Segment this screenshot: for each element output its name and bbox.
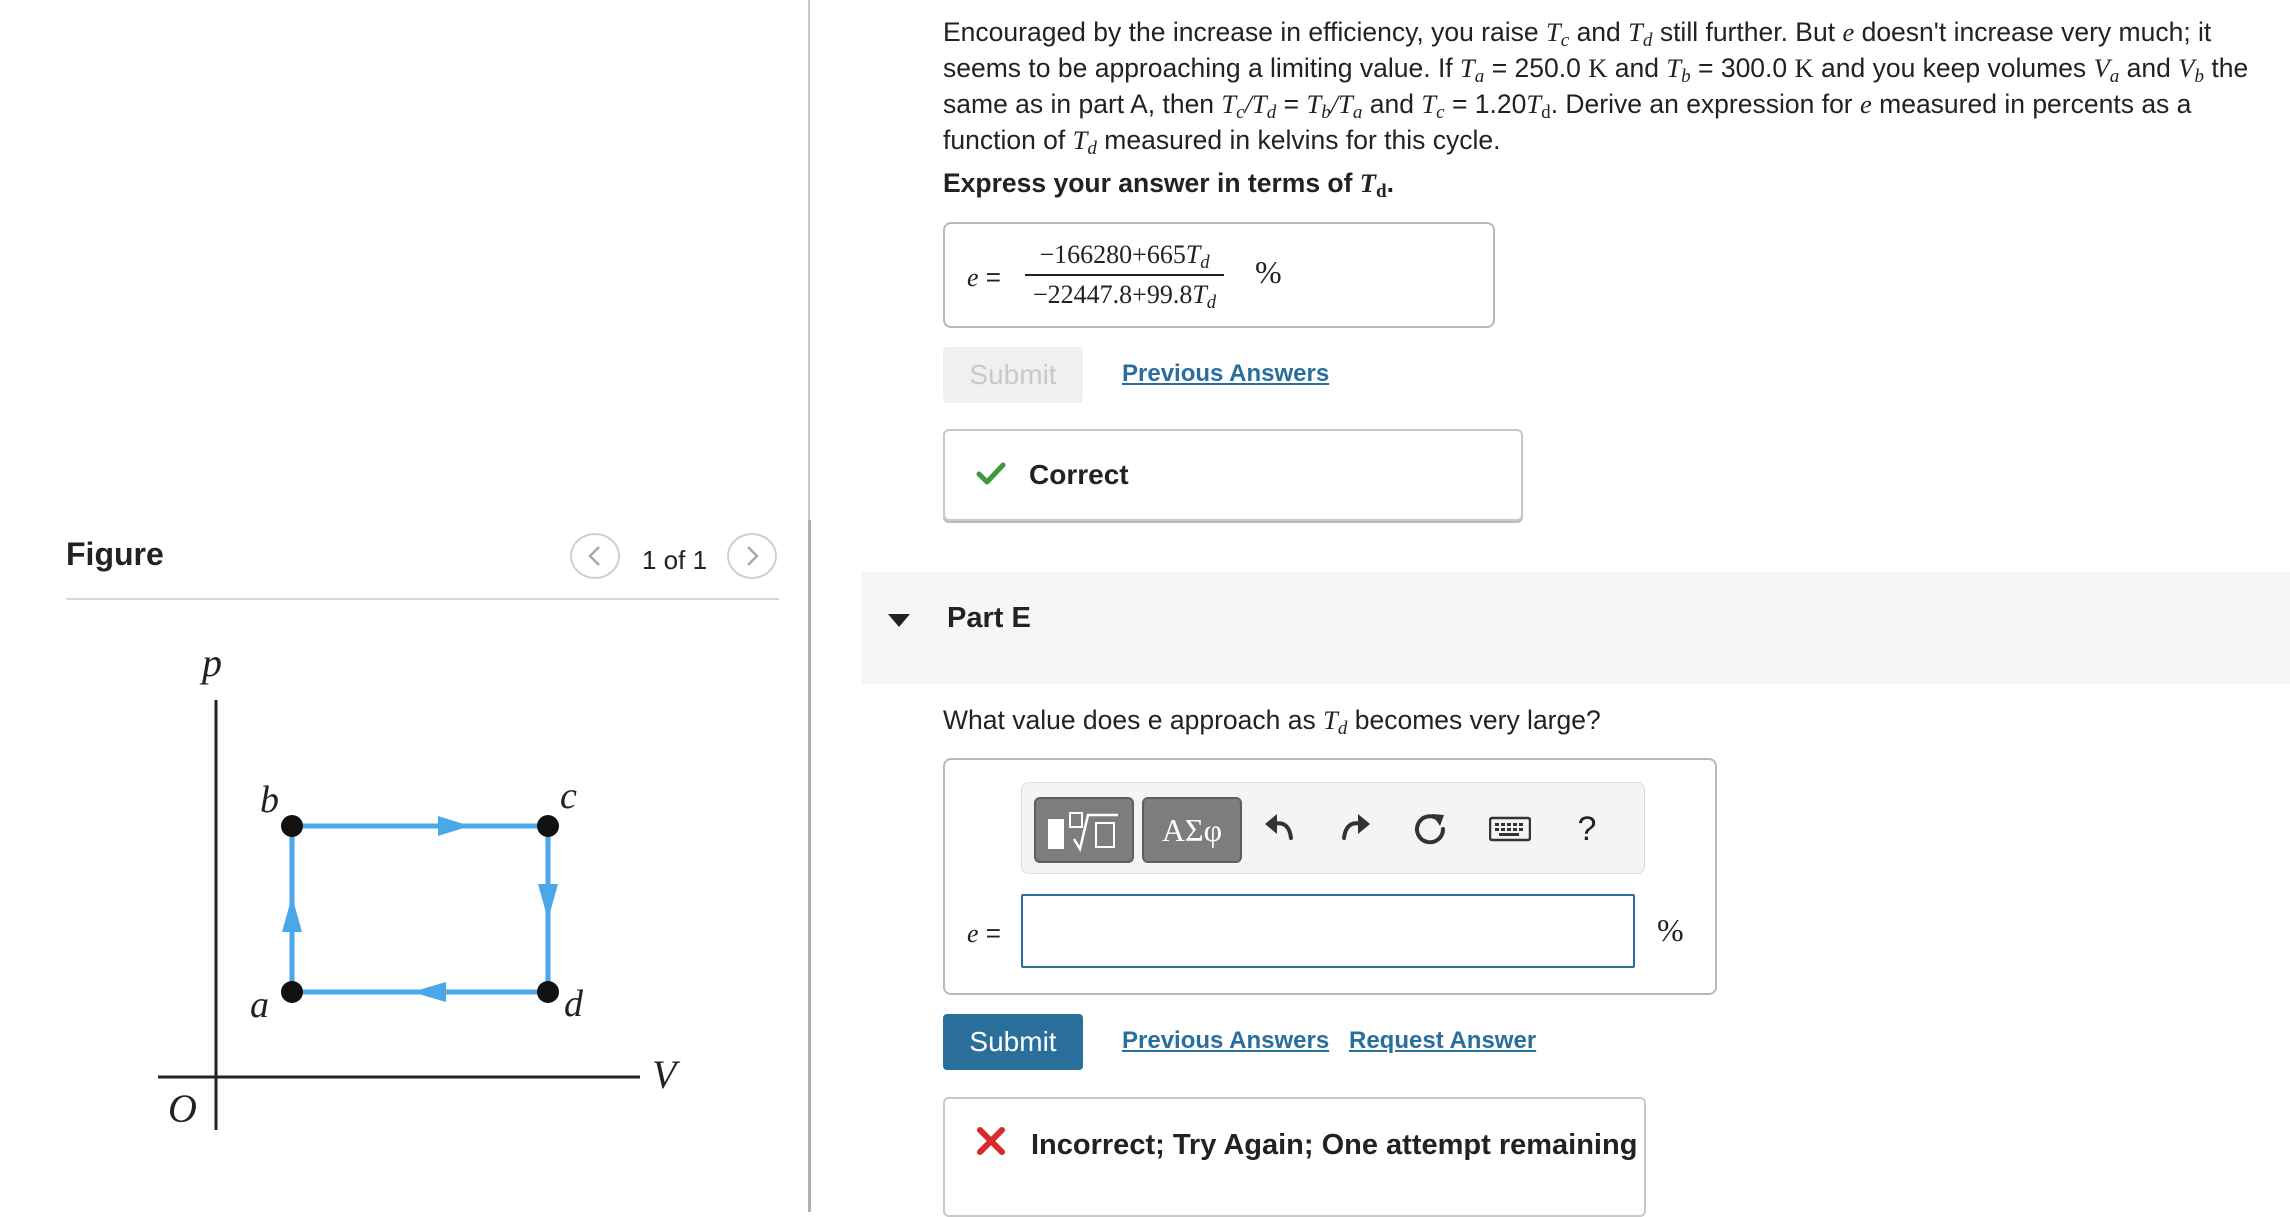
reset-button[interactable] <box>1410 809 1450 849</box>
symbols-button[interactable]: ΑΣφ <box>1142 797 1242 863</box>
figure-pager-text: 1 of 1 <box>642 545 708 575</box>
point-c-label: c <box>560 775 577 817</box>
point-a <box>281 981 303 1003</box>
cycle-path <box>289 823 551 995</box>
arrow-b-to-c <box>438 816 470 836</box>
point-a-label: a <box>250 984 269 1026</box>
origin-label: O <box>168 1086 197 1131</box>
answer-entry-box: ΑΣφ ? e = % <box>943 758 1717 995</box>
next-figure-button[interactable] <box>727 533 777 579</box>
part-e-question: What value does e approach as Td becomes… <box>943 705 1601 740</box>
templates-button[interactable] <box>1034 797 1134 863</box>
answer-hint: Express your answer in terms of Td. <box>943 168 1394 203</box>
submit-button-disabled: Submit <box>943 347 1083 403</box>
point-c <box>537 815 559 837</box>
figure-divider <box>66 598 779 600</box>
fraction-numerator: −166280+665Td <box>1039 240 1210 274</box>
previous-answers-link[interactable]: Previous Answers <box>1122 360 1329 388</box>
incorrect-label: Incorrect; Try Again; One attempt remain… <box>1031 1129 1638 1161</box>
point-d-label: d <box>564 983 584 1025</box>
redo-icon <box>1342 814 1370 840</box>
x-icon <box>977 1127 1005 1155</box>
submit-button[interactable]: Submit <box>943 1014 1083 1070</box>
point-b <box>281 815 303 837</box>
p-axis-label: p <box>199 640 222 685</box>
arrow-a-to-b <box>282 896 302 932</box>
help-button[interactable]: ? <box>1567 809 1607 849</box>
request-answer-link[interactable]: Request Answer <box>1349 1027 1536 1055</box>
previous-answer-box: e = −166280+665Td −22447.8+99.8Td % <box>943 222 1495 328</box>
figure-title: Figure <box>66 536 164 572</box>
arrow-c-to-d <box>538 884 558 920</box>
chevron-left-icon <box>588 546 600 566</box>
math-toolbar: ΑΣφ ? <box>1021 782 1645 874</box>
answer-label: e = <box>967 918 1001 948</box>
previous-answer-unit: % <box>1255 254 1282 290</box>
figure-panel: Figure 1 of 1 p V O a b c d <box>0 0 808 1212</box>
caret-down-icon[interactable] <box>888 614 910 628</box>
arrow-d-to-a <box>412 982 446 1002</box>
redo-button[interactable] <box>1335 809 1375 849</box>
part-e-title: Part E <box>947 602 1031 634</box>
chevron-right-icon <box>747 546 759 566</box>
fraction-denominator: −22447.8+99.8Td <box>1033 280 1217 314</box>
v-axis-label: V <box>652 1052 681 1097</box>
templates-icon <box>1048 812 1118 853</box>
correct-feedback: Correct <box>943 429 1523 521</box>
part-d-question-text: Encouraged by the increase in efficiency… <box>943 17 2249 160</box>
answer-input[interactable] <box>1021 894 1635 968</box>
incorrect-feedback: Incorrect; Try Again; One attempt remain… <box>943 1097 1646 1217</box>
previous-answer-fraction: −166280+665Td −22447.8+99.8Td <box>1025 240 1225 314</box>
previous-answer-label: e = <box>967 262 1001 292</box>
point-b-label: b <box>260 779 279 821</box>
undo-icon <box>1265 814 1293 840</box>
previous-answers-link[interactable]: Previous Answers <box>1122 1027 1329 1055</box>
checkmark-icon <box>976 462 1006 485</box>
keyboard-button[interactable] <box>1485 809 1535 849</box>
undo-button[interactable] <box>1260 809 1300 849</box>
part-e-header[interactable]: Part E <box>862 572 2290 684</box>
point-d <box>537 981 559 1003</box>
panel-scroll-divider[interactable] <box>808 520 811 1212</box>
answer-unit: % <box>1657 912 1684 948</box>
pv-diagram: p V O a b c d <box>158 640 681 1131</box>
keyboard-icon <box>1489 816 1531 842</box>
reset-icon <box>1415 814 1446 845</box>
correct-label: Correct <box>1029 459 1129 490</box>
previous-figure-button[interactable] <box>570 533 620 579</box>
